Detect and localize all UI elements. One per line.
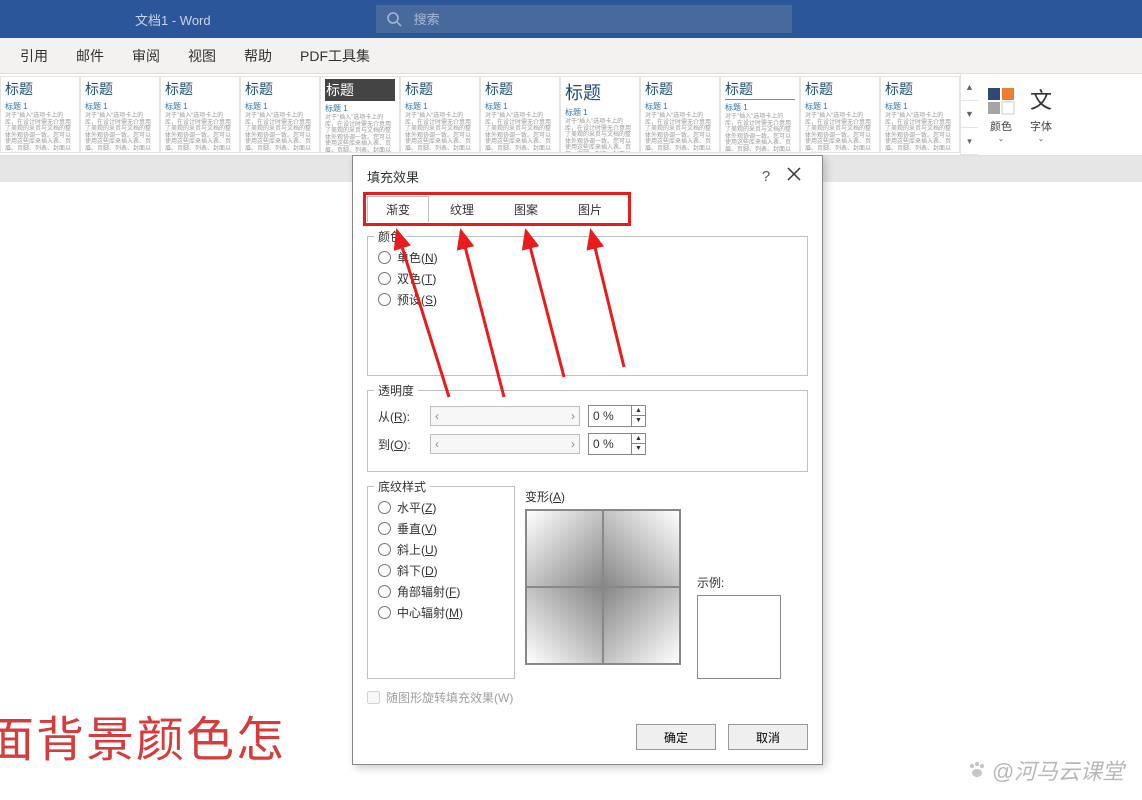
shading-group: 底纹样式 水平(Z) 垂直(V) 斜上(U) 斜下(D) 角部辐射(F) 中心辐… [367,486,515,679]
rotate-checkbox-input[interactable] [367,691,380,704]
radio-diag-down[interactable]: 斜下(D) [378,562,504,579]
background-heading-text: 面背景颜色怎 [0,700,286,770]
style-gallery: 标题标题 1对于"插入"选项卡上的库，在设计时需无介意用了美观的采页与文档的整体… [0,74,1142,156]
radio-corner[interactable]: 角部辐射(F) [378,583,504,600]
fonts-button[interactable]: 文 字体 ⌄ [1026,86,1056,143]
bottom-row: 底纹样式 水平(Z) 垂直(V) 斜上(U) 斜下(D) 角部辐射(F) 中心辐… [367,486,808,679]
close-icon [787,167,801,181]
radio-two-color[interactable]: 双色(T) [378,270,797,287]
style-card[interactable]: 标题标题 1对于"插入"选项卡上的库，在设计时需无介意用了美观的采页与文档的整体… [320,76,400,153]
radio-vertical[interactable]: 垂直(V) [378,520,504,537]
watermark: @河马云课堂 [966,754,1124,786]
gallery-more-icon[interactable]: ▾ [961,128,978,155]
gallery-down-icon[interactable]: ▼ [961,101,978,128]
radio-diag-up[interactable]: 斜上(U) [378,541,504,558]
transparency-legend: 透明度 [374,382,418,399]
style-card[interactable]: 标题标题 1对于"插入"选项卡上的库，在设计时需无介意用了美观的采页与文档的整体… [720,76,800,153]
ribbon-tabs: 引用 邮件 审阅 视图 帮助 PDF工具集 [0,38,1142,74]
paw-icon [966,759,988,781]
style-card[interactable]: 标题标题 1对于"插入"选项卡上的库，在设计时需无介意用了美观的采页与文档的整体… [560,76,640,153]
shading-legend: 底纹样式 [374,478,430,495]
cancel-button[interactable]: 取消 [728,724,808,750]
to-slider[interactable]: ‹› [430,434,580,454]
rotate-checkbox[interactable]: 随图形旋转填充效果(W) [367,689,808,706]
spin-up-icon[interactable]: ▲ [632,434,645,444]
svg-text:文: 文 [1030,88,1052,113]
ribbon-tab-view[interactable]: 视图 [174,38,230,74]
style-card[interactable]: 标题标题 1对于"插入"选项卡上的库，在设计时需无介意用了美观的采页与文档的整体… [160,76,240,153]
ok-button[interactable]: 确定 [636,724,716,750]
to-spinner[interactable]: 0 %▲▼ [588,433,646,455]
gallery-up-icon[interactable]: ▲ [961,74,978,101]
radio-horizontal[interactable]: 水平(Z) [378,499,504,516]
title-bar: 文档1 - Word [0,0,1142,38]
variant-grid[interactable] [525,509,681,665]
tab-texture[interactable]: 纹理 [431,196,493,222]
style-card[interactable]: 标题标题 1对于"插入"选项卡上的库，在设计时需无介意用了美观的采页与文档的整体… [80,76,160,153]
ribbon-tab-review[interactable]: 审阅 [118,38,174,74]
variant-label: 变形(A) [525,488,681,505]
sample-group: 示例: [697,486,781,679]
document-title: 文档1 - Word [0,10,211,29]
color-legend: 颜色 [374,228,406,245]
variant-option[interactable] [603,510,680,587]
colors-icon [986,86,1016,116]
variant-option[interactable] [526,510,603,587]
variant-option[interactable] [526,587,603,664]
style-card[interactable]: 标题标题 1对于"插入"选项卡上的库，在设计时需无介意用了美观的采页与文档的整体… [480,76,560,153]
search-icon [386,11,402,27]
search-box[interactable] [376,5,792,33]
fonts-label: 字体 [1030,118,1052,134]
from-spinner[interactable]: 0 %▲▼ [588,405,646,427]
style-card[interactable]: 标题标题 1对于"插入"选项卡上的库，在设计时需无介意用了美观的采页与文档的整体… [640,76,720,153]
dialog-buttons: 确定 取消 [353,706,822,764]
style-card[interactable]: 标题标题 1对于"插入"选项卡上的库，在设计时需无介意用了美观的采页与文档的整体… [240,76,320,153]
spin-up-icon[interactable]: ▲ [632,406,645,416]
spin-down-icon[interactable]: ▼ [632,444,645,454]
ribbon-tab-help[interactable]: 帮助 [230,38,286,74]
radio-one-color[interactable]: 单色(N) [378,249,797,266]
watermark-text: @河马云课堂 [992,754,1124,786]
ribbon-tab-mailings[interactable]: 邮件 [62,38,118,74]
style-card[interactable]: 标题标题 1对于"插入"选项卡上的库，在设计时需无介意用了美观的采页与文档的整体… [800,76,880,153]
spin-down-icon[interactable]: ▼ [632,416,645,426]
sample-preview [697,595,781,679]
dialog-titlebar: 填充效果 ? [353,156,822,196]
search-input[interactable] [414,12,590,27]
colors-label: 颜色 [990,118,1012,134]
to-label: 到(O): [378,436,422,453]
colors-button[interactable]: 颜色 ⌄ [986,86,1016,143]
gallery-scroll: ▲ ▼ ▾ [960,74,978,155]
style-card[interactable]: 标题标题 1对于"插入"选项卡上的库，在设计时需无介意用了美观的采页与文档的整体… [880,76,960,153]
ribbon-tab-pdf[interactable]: PDF工具集 [286,38,384,74]
dialog-title: 填充效果 [367,167,752,186]
variant-group: 变形(A) [525,486,681,679]
ribbon-tab-references[interactable]: 引用 [6,38,62,74]
chevron-down-icon: ⌄ [1038,134,1045,143]
color-group: 颜色 单色(N) 双色(T) 预设(S) [367,236,808,376]
style-card[interactable]: 标题标题 1对于"插入"选项卡上的库，在设计时需无介意用了美观的采页与文档的整体… [0,76,80,153]
dialog-help-button[interactable]: ? [752,168,780,185]
side-tools: 颜色 ⌄ 文 字体 ⌄ [978,74,1064,155]
transparency-group: 透明度 从(R): ‹› 0 %▲▼ 到(O): ‹› 0 %▲▼ [367,390,808,472]
rotate-label: 随图形旋转填充效果(W) [386,689,513,706]
dialog-tabs: 渐变 纹理 图案 图片 [353,196,822,222]
tab-picture[interactable]: 图片 [559,196,621,222]
from-slider[interactable]: ‹› [430,406,580,426]
tab-pattern[interactable]: 图案 [495,196,557,222]
tab-gradient[interactable]: 渐变 [367,196,429,222]
radio-center[interactable]: 中心辐射(M) [378,604,504,621]
fill-effects-dialog: 填充效果 ? 渐变 纹理 图案 图片 颜色 单色(N) 双色(T) 预设(S) … [352,155,823,765]
fonts-icon: 文 [1026,86,1056,116]
from-label: 从(R): [378,408,422,425]
radio-preset[interactable]: 预设(S) [378,291,797,308]
chevron-down-icon: ⌄ [998,134,1005,143]
sample-label: 示例: [697,574,781,591]
style-card[interactable]: 标题标题 1对于"插入"选项卡上的库，在设计时需无介意用了美观的采页与文档的整体… [400,76,480,153]
variant-option[interactable] [603,587,680,664]
dialog-close-button[interactable] [780,167,808,186]
